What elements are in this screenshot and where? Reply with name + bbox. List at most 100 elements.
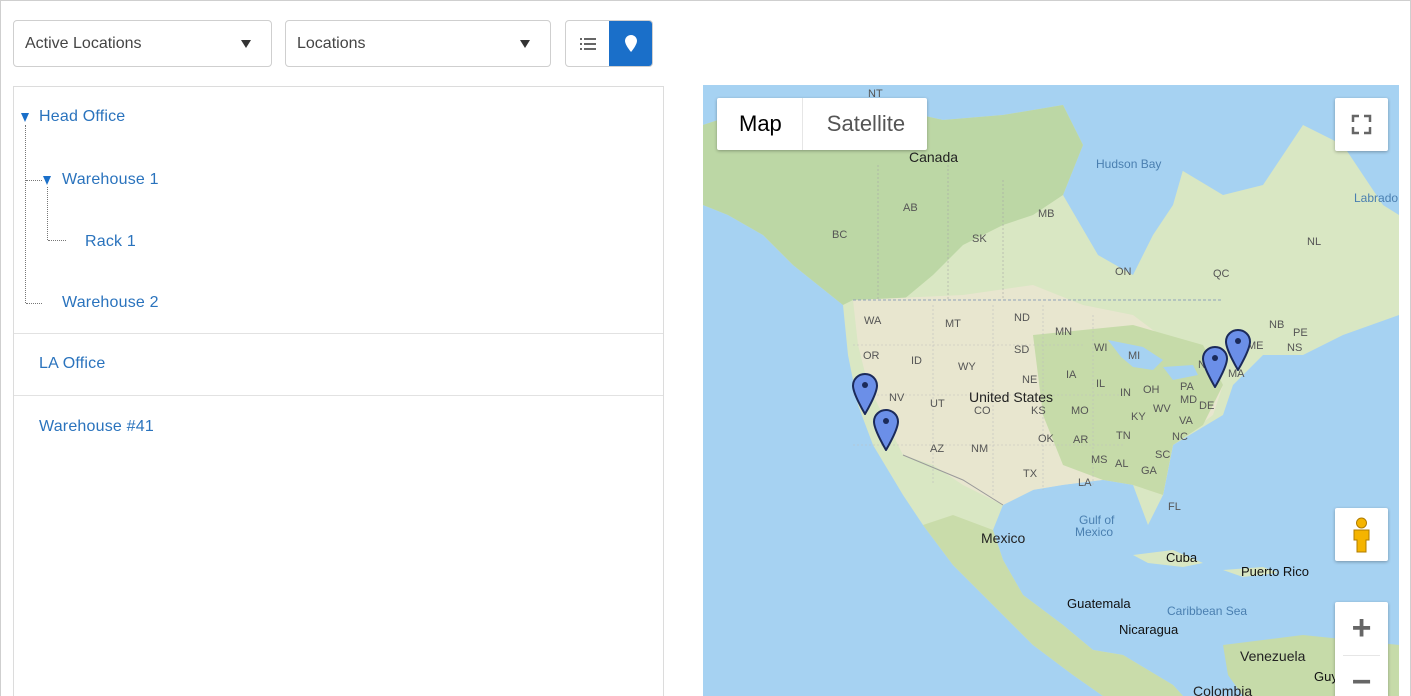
map-label-oh: OH: [1143, 384, 1160, 396]
map-label-in: IN: [1120, 387, 1131, 399]
status-filter-select[interactable]: Active Locations: [13, 20, 272, 67]
tree-node-head-office[interactable]: Head Office: [39, 108, 125, 126]
map-label-ab: AB: [903, 202, 918, 214]
chevron-down-icon: [241, 40, 251, 48]
tree-connector: [25, 125, 26, 303]
tree-node-rack-1[interactable]: Rack 1: [85, 233, 136, 251]
map-label-bc: BC: [832, 229, 848, 241]
map-label-sk: SK: [972, 233, 987, 245]
map-label-ga: GA: [1141, 465, 1157, 477]
map-type-map-button[interactable]: Map: [717, 98, 802, 150]
map-label-mt: MT: [945, 318, 961, 330]
map-label-labrador: Labrado: [1354, 191, 1399, 205]
map-label-ms: MS: [1091, 454, 1108, 466]
chevron-down-icon: [520, 40, 530, 48]
tree-connector: [47, 187, 48, 240]
map-label-il: IL: [1096, 378, 1106, 390]
map-label-colombia: Colombia: [1193, 683, 1253, 696]
map-label-venezuela: Venezuela: [1240, 648, 1306, 664]
zoom-control: + −: [1335, 602, 1388, 696]
map-label-ns: NS: [1287, 342, 1303, 354]
tree-node-warehouse-1[interactable]: Warehouse 1: [62, 171, 159, 189]
expand-triangle-icon[interactable]: [43, 176, 51, 185]
map-label-caribbean: Caribbean Sea: [1167, 604, 1248, 618]
map-label-nb: NB: [1269, 319, 1285, 331]
location-tree: Head Office Warehouse 1 Rack 1 Warehouse…: [13, 86, 664, 696]
map-label-nv: NV: [889, 392, 905, 404]
map-label-wi: WI: [1094, 342, 1108, 354]
map-label-mi: MI: [1128, 350, 1141, 362]
map-label-cuba: Cuba: [1166, 550, 1198, 565]
tree-group-la-office: LA Office: [14, 334, 663, 396]
tree-node-warehouse-41[interactable]: Warehouse #41: [39, 418, 154, 436]
map-label-va: VA: [1179, 415, 1193, 427]
map-label-mo: MO: [1071, 405, 1089, 417]
map-label-on: ON: [1115, 266, 1132, 278]
zoom-out-button[interactable]: −: [1335, 656, 1388, 696]
map-label-al: AL: [1115, 458, 1129, 470]
type-filter-value: Locations: [297, 34, 366, 52]
map-label-gulf-line2: Mexico: [1075, 525, 1114, 539]
map-label-wa: WA: [864, 315, 882, 327]
map-label-wv: WV: [1153, 403, 1171, 415]
tree-node-warehouse-2[interactable]: Warehouse 2: [62, 294, 159, 312]
map-label-ks: KS: [1031, 405, 1046, 417]
tree-group-head-office: Head Office Warehouse 1 Rack 1 Warehouse…: [14, 87, 663, 334]
map-label-sd: SD: [1014, 344, 1030, 356]
map-label-mn: MN: [1055, 326, 1073, 338]
list-view-button[interactable]: [566, 21, 609, 66]
map-label-tn: TN: [1116, 430, 1131, 442]
map-label-sc: SC: [1155, 449, 1171, 461]
map-label-ky: KY: [1131, 411, 1146, 423]
fullscreen-icon: [1351, 114, 1372, 135]
tree-connector: [26, 303, 42, 304]
list-icon: [579, 37, 596, 50]
map-label-pa: PA: [1180, 381, 1194, 393]
status-filter-value: Active Locations: [25, 34, 142, 52]
map-marker-pin-icon[interactable]: [1225, 329, 1251, 371]
map-label-de: DE: [1199, 400, 1215, 412]
map-label-nc: NC: [1172, 431, 1188, 443]
map-label-nd: ND: [1014, 312, 1030, 324]
map-label-wy: WY: [958, 361, 976, 373]
map-label-guatemala: Guatemala: [1067, 596, 1131, 611]
map-label-mb: MB: [1038, 208, 1055, 220]
map-label-united-states: United States: [969, 389, 1054, 405]
map-pin-icon: [624, 35, 637, 52]
map-label-fl: FL: [1168, 501, 1181, 513]
map-label-tx: TX: [1023, 468, 1038, 480]
map-label-canada: Canada: [909, 149, 959, 165]
view-toggle: [565, 20, 653, 67]
map-label-id: ID: [911, 355, 922, 367]
map-label-co: CO: [974, 405, 991, 417]
map-type-satellite-button[interactable]: Satellite: [801, 98, 927, 150]
expand-triangle-icon[interactable]: [21, 113, 29, 122]
street-view-button[interactable]: [1335, 508, 1388, 561]
map-label-ok: OK: [1038, 433, 1054, 445]
map-label-ne: NE: [1022, 374, 1038, 386]
fullscreen-button[interactable]: [1335, 98, 1388, 151]
tree-node-la-office[interactable]: LA Office: [39, 355, 105, 373]
map-label-nicaragua: Nicaragua: [1119, 622, 1179, 637]
tree-connector: [48, 240, 66, 241]
map-view[interactable]: Canada Hudson Bay Labrado United States …: [703, 85, 1399, 696]
zoom-in-button[interactable]: +: [1335, 602, 1388, 655]
tree-connector: [26, 180, 42, 181]
map-label-or: OR: [863, 350, 880, 362]
map-label-mexico: Mexico: [981, 530, 1026, 546]
map-label-pe: PE: [1293, 327, 1308, 339]
map-label-hudson-bay: Hudson Bay: [1096, 157, 1162, 171]
pegman-icon: [1353, 517, 1370, 553]
map-label-ar: AR: [1073, 434, 1089, 446]
map-label-nl: NL: [1307, 236, 1322, 248]
map-label-ia: IA: [1066, 369, 1077, 381]
map-type-control: Map Satellite: [717, 98, 928, 150]
map-marker-pin-icon[interactable]: [873, 409, 899, 451]
type-filter-select[interactable]: Locations: [285, 20, 551, 67]
map-view-button[interactable]: [609, 21, 652, 66]
map-label-la: LA: [1078, 477, 1092, 489]
map-label-ut: UT: [930, 398, 945, 410]
map-label-nm: NM: [971, 443, 989, 455]
map-label-qc: QC: [1213, 268, 1230, 280]
map-label-az: AZ: [930, 443, 945, 455]
